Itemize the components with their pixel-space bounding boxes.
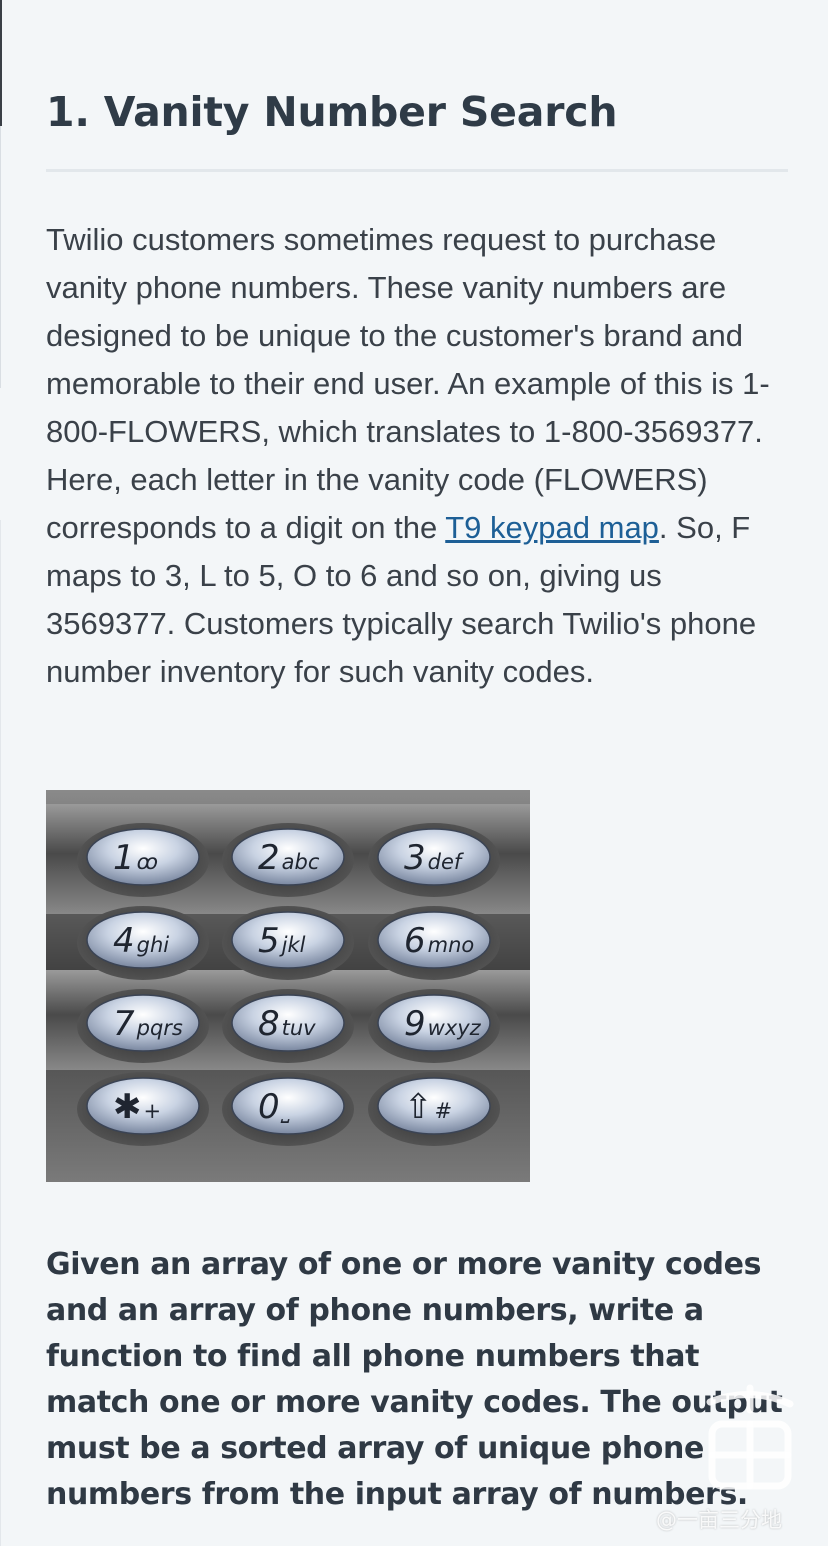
keypad-letters: tuv — [282, 1016, 317, 1040]
keypad-digit: 9 — [404, 1004, 426, 1044]
keypad-letters: def — [428, 850, 465, 874]
keypad-digit: 0 — [258, 1087, 280, 1127]
section-heading: 1. Vanity Number Search — [46, 88, 618, 136]
heading-divider — [46, 169, 788, 172]
keypad-letters: # — [435, 1099, 453, 1123]
keypad-letters: ghi — [137, 933, 170, 957]
keypad-digit: 4 — [113, 921, 135, 961]
paragraph-text-before-link: Twilio customers sometimes request to pu… — [46, 222, 770, 545]
keypad-letters: pqrs — [136, 1016, 183, 1040]
keypad-key-10: ✱+ — [77, 1072, 209, 1146]
keypad-key-8: 8tuv — [222, 989, 354, 1063]
keypad-digit: 3 — [404, 838, 426, 878]
keypad-illustration: 1ꝏ 2abc 3def4ghi 5jkl 6mno7pqrs 8tuv 9wxyz✱+ 0⎵… — [46, 790, 530, 1182]
watermark-text: @一亩三分地 — [656, 1508, 782, 1532]
keypad-digit: 7 — [113, 1004, 135, 1044]
keypad-digit: ⇧ — [404, 1087, 433, 1127]
left-edge-line-lower — [0, 520, 1, 1546]
keypad-digit: 1 — [113, 838, 135, 878]
watermark-logo — [706, 1384, 794, 1490]
keypad-letters: ꝏ — [137, 850, 158, 874]
keypad-key-1: 1ꝏ — [77, 823, 209, 897]
keypad-digit: 6 — [404, 921, 426, 961]
t9-keypad-map-link[interactable]: T9 keypad map — [445, 510, 659, 545]
keypad-key-12: ⇧# — [368, 1072, 500, 1146]
keypad-letters: mno — [428, 933, 475, 957]
keypad-letters: jkl — [279, 933, 306, 957]
keypad-digit: 5 — [258, 921, 280, 961]
keypad-digit: 8 — [258, 1004, 280, 1044]
keypad-key-11: 0⎵ — [222, 1072, 354, 1146]
keypad-digit: 2 — [258, 838, 280, 878]
keypad-letters: abc — [282, 850, 320, 874]
keypad-key-2: 2abc — [222, 823, 354, 897]
keypad-key-3: 3def — [368, 823, 500, 897]
keypad-letters: + — [144, 1099, 162, 1123]
left-edge-bar — [0, 0, 2, 126]
keypad-key-9: 9wxyz — [368, 989, 500, 1063]
t9-keypad-image: 1ꝏ 2abc 3def 4ghi 5jkl 6mno 7pqrs 8tuv 9wxyz ✱+ 0⎵… — [46, 790, 530, 1182]
keypad-letters: wxyz — [428, 1016, 482, 1040]
keypad-digit: ✱ — [113, 1087, 142, 1127]
intro-paragraph: Twilio customers sometimes request to pu… — [46, 216, 798, 696]
keypad-key-7: 7pqrs — [77, 989, 209, 1063]
keypad-key-5: 5jkl — [222, 906, 354, 980]
keypad-key-4: 4ghi — [77, 906, 209, 980]
left-edge-line — [0, 126, 1, 388]
keypad-key-6: 6mno — [368, 906, 500, 980]
keypad-letters: ⎵ — [280, 1099, 290, 1124]
